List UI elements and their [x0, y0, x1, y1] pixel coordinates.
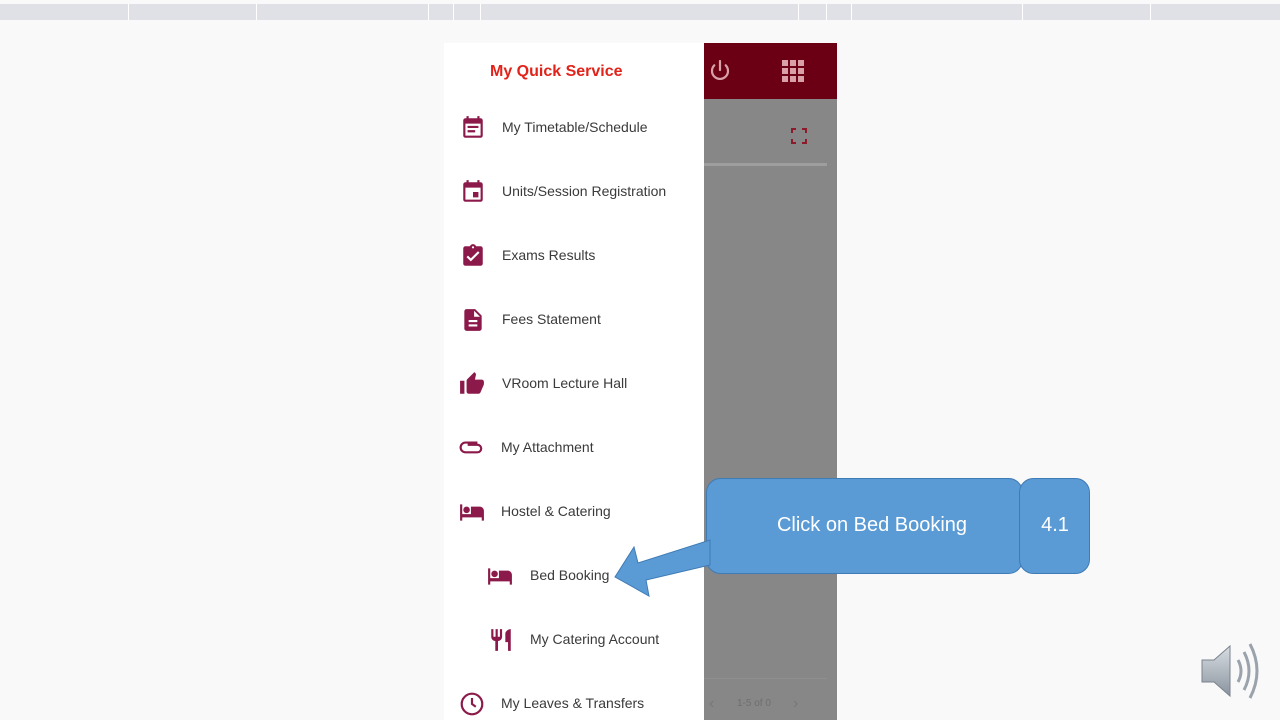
menu-item-label: Hostel & Catering: [501, 503, 611, 519]
toolbar-separator: [851, 4, 852, 20]
pager-next-button[interactable]: ›: [793, 695, 798, 713]
toolbar-separator: [428, 4, 429, 20]
menu-item-label: VRoom Lecture Hall: [502, 375, 628, 391]
menu-item-timetable[interactable]: My Timetable/Schedule: [444, 107, 704, 147]
step-number: 4.1: [1041, 514, 1069, 536]
menu-item-label: Units/Session Registration: [502, 183, 667, 199]
menu-item-label: My Attachment: [501, 439, 594, 455]
pager-range-text: 1-5 of 0: [737, 698, 771, 709]
pager-prev-button[interactable]: ‹: [709, 695, 714, 713]
mobile-app-frame: ‹ 1-5 of 0 › My Quick Service My Timetab…: [444, 43, 837, 720]
bed-icon: [488, 568, 512, 585]
menu-item-leaves-transfers[interactable]: My Leaves & Transfers: [444, 683, 704, 720]
toolbar-separator: [826, 4, 827, 20]
document-icon: [464, 309, 482, 331]
drawer-title: My Quick Service: [490, 63, 623, 80]
fork-knife-icon: [491, 629, 511, 651]
apps-grid-icon[interactable]: [782, 60, 804, 82]
menu-item-label: My Leaves & Transfers: [501, 695, 645, 711]
menu-item-label: My Catering Account: [530, 631, 660, 647]
toolbar-separator: [1022, 4, 1023, 20]
menu-item-units-registration[interactable]: Units/Session Registration: [444, 171, 704, 211]
menu-item-fees-statement[interactable]: Fees Statement: [444, 299, 704, 339]
menu-item-exams-results[interactable]: Exams Results: [444, 235, 704, 275]
navigation-drawer: My Quick Service My Timetable/Schedule U…: [444, 43, 704, 720]
toolbar-separator: [453, 4, 454, 20]
power-icon[interactable]: [708, 59, 732, 83]
clock-icon: [460, 692, 484, 716]
thumbs-up-icon: [460, 372, 484, 394]
content-divider: [704, 163, 827, 166]
callout-text: Click on Bed Booking: [776, 514, 968, 536]
menu-item-attachment[interactable]: My Attachment: [444, 427, 704, 467]
top-toolbar-strip: [0, 4, 1280, 20]
callout-arrow: [614, 539, 711, 597]
calendar-note-icon: [463, 116, 483, 138]
menu-item-label: Exams Results: [502, 247, 596, 263]
toolbar-separator: [256, 4, 257, 20]
speaker-icon[interactable]: [1198, 640, 1264, 702]
toolbar-separator: [480, 4, 481, 20]
menu-item-label: Fees Statement: [502, 311, 601, 327]
toolbar-separator: [1150, 4, 1151, 20]
toolbar-separator: [128, 4, 129, 20]
menu-item-hostel-catering[interactable]: Hostel & Catering: [444, 491, 704, 531]
menu-item-catering-account[interactable]: My Catering Account: [444, 619, 704, 659]
calendar-icon: [463, 180, 483, 202]
pager-divider: [704, 678, 827, 679]
menu-item-label: Bed Booking: [530, 567, 610, 583]
fullscreen-icon[interactable]: [790, 127, 808, 145]
menu-item-label: My Timetable/Schedule: [502, 119, 648, 135]
toolbar-separator: [798, 4, 799, 20]
menu-item-vroom[interactable]: VRoom Lecture Hall: [444, 363, 704, 403]
paperclip-icon: [459, 441, 483, 454]
bed-icon: [460, 504, 484, 521]
clipboard-check-icon: [463, 244, 483, 266]
